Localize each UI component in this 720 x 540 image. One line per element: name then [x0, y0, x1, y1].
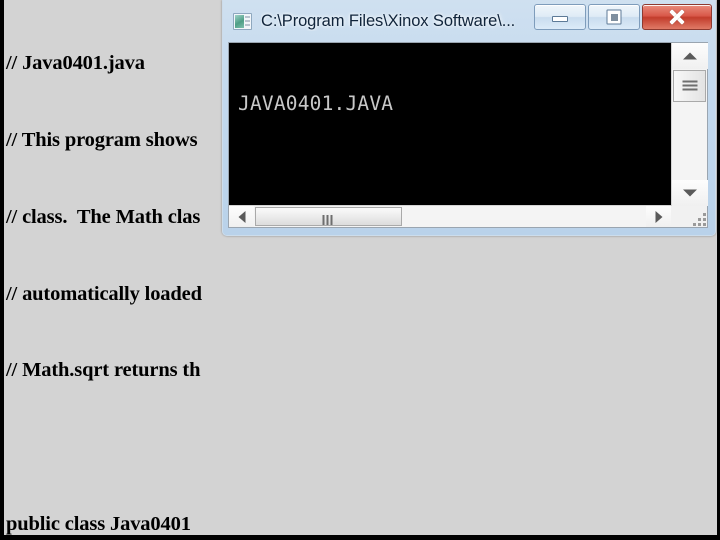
- scroll-right-arrow[interactable]: [646, 206, 671, 227]
- icon-bars: [245, 16, 250, 27]
- console-app-icon: [233, 13, 252, 30]
- horizontal-scrollbar[interactable]: [229, 205, 671, 227]
- console-output-text: JAVA0401.JAVA Square root of 625: 25.0 S…: [229, 43, 671, 206]
- close-button[interactable]: [642, 4, 712, 30]
- code-line: // automatically loaded: [6, 282, 202, 305]
- console-client-area: JAVA0401.JAVA Square root of 625: 25.0 S…: [228, 42, 708, 228]
- maximize-button[interactable]: [588, 4, 640, 30]
- maximize-icon: [606, 9, 622, 25]
- scroll-left-arrow[interactable]: [229, 206, 254, 227]
- icon-screen: [235, 15, 244, 28]
- horizontal-scroll-thumb[interactable]: [255, 207, 402, 226]
- console-line: JAVA0401.JAVA: [238, 92, 394, 116]
- console-output-screen[interactable]: JAVA0401.JAVA Square root of 625: 25.0 S…: [229, 43, 671, 206]
- resize-grip[interactable]: [688, 208, 706, 226]
- triangle-up-icon: [683, 52, 697, 60]
- window-controls[interactable]: [534, 4, 712, 30]
- grip-icon: [322, 212, 335, 225]
- window-title: C:\Program Files\Xinox Software\...: [261, 12, 516, 30]
- triangle-left-icon: [238, 210, 245, 223]
- minimize-icon: [552, 15, 568, 22]
- code-line: public class Java0401: [6, 512, 191, 535]
- code-line: // Math.sqrt returns th: [6, 359, 201, 382]
- slide-canvas: // Java0401.java // This program shows /…: [0, 0, 720, 540]
- vertical-scroll-thumb[interactable]: [673, 70, 706, 102]
- grip-icon: [682, 80, 697, 92]
- close-icon: [667, 7, 687, 27]
- scroll-down-arrow[interactable]: [672, 180, 708, 206]
- scroll-up-arrow[interactable]: [672, 43, 708, 69]
- vertical-scrollbar[interactable]: [671, 43, 708, 206]
- minimize-button[interactable]: [534, 4, 586, 30]
- console-window[interactable]: C:\Program Files\Xinox Software\... JAVA…: [222, 0, 716, 236]
- triangle-right-icon: [655, 210, 662, 223]
- triangle-down-icon: [683, 189, 697, 197]
